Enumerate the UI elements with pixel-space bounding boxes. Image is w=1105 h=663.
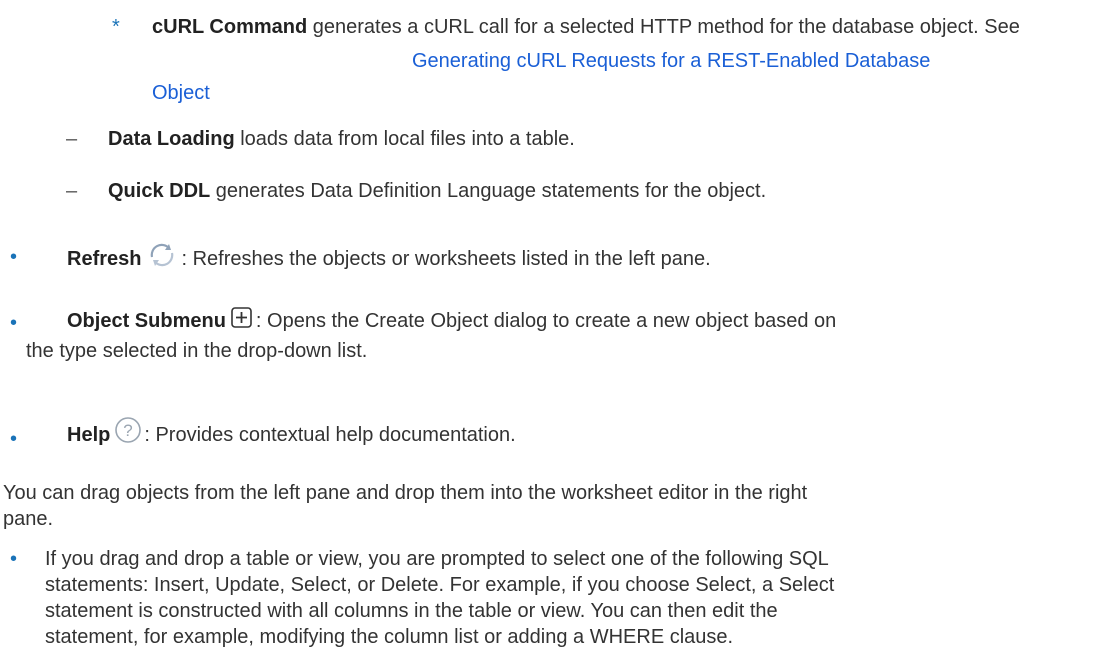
drag-table-line4: statement, for example, modifying the co… (45, 626, 734, 648)
quick-ddl-item: Quick DDL generates Data Definition Lang… (108, 178, 766, 204)
svg-text:?: ? (124, 421, 133, 440)
refresh-text: : Refreshes the objects or worksheets li… (181, 248, 711, 270)
refresh-icon (145, 242, 179, 275)
data-loading-text: loads data from local files into a table… (234, 128, 575, 150)
object-submenu-term: Object Submenu (67, 310, 226, 332)
curl-requests-link-cont[interactable]: Object (152, 82, 210, 104)
refresh-term: Refresh (67, 248, 142, 270)
curl-command-term: cURL Command (152, 16, 308, 38)
bullet: • (10, 428, 18, 450)
curl-command-item: cURL Command generates a cURL call for a… (152, 14, 1102, 40)
plus-box-icon (230, 306, 254, 337)
drag-paragraph-line1: You can drag objects from the left pane … (3, 482, 808, 504)
dash-bullet: – (66, 180, 78, 202)
help-item: Help? : Provides contextual help document… (67, 416, 516, 451)
bullet: • (10, 312, 18, 334)
drag-table-line1: If you drag and drop a table or view, yo… (45, 548, 829, 570)
help-text: : Provides contextual help documentation… (144, 424, 516, 446)
object-submenu-item: Object Submenu : Opens the Create Object … (67, 306, 836, 337)
sub-bullet-star: * (112, 16, 120, 38)
bullet: • (10, 548, 18, 570)
refresh-item: Refresh : Refreshes the objects or worksh… (67, 242, 711, 275)
data-loading-item: Data Loading loads data from local files… (108, 126, 575, 152)
curl-link-wrap: Generating cURL Requests for a REST-Enab… (412, 48, 930, 74)
drag-table-line3: statement is constructed with all column… (45, 600, 778, 622)
drag-paragraph-line2: pane. (3, 508, 54, 530)
question-circle-icon: ? (114, 416, 142, 451)
curl-command-text: generates a cURL call for a selected HTT… (307, 16, 1020, 38)
object-submenu-text: : Opens the Create Object dialog to crea… (255, 310, 837, 332)
dash-bullet: – (66, 128, 78, 150)
drag-table-line2: statements: Insert, Update, Select, or D… (45, 574, 835, 596)
curl-requests-link[interactable]: Generating cURL Requests for a REST-Enab… (412, 50, 930, 72)
object-submenu-cont: the type selected in the drop-down list. (26, 340, 368, 362)
quick-ddl-term: Quick DDL (108, 180, 211, 202)
quick-ddl-text: generates Data Definition Language state… (210, 180, 767, 202)
help-term: Help (67, 424, 111, 446)
curl-link-wrap-2: Object (152, 80, 210, 106)
doc-page: { "curl": { "bullet": "*", "term": "cURL… (0, 0, 1105, 663)
data-loading-term: Data Loading (108, 128, 235, 150)
bullet: • (10, 246, 18, 268)
